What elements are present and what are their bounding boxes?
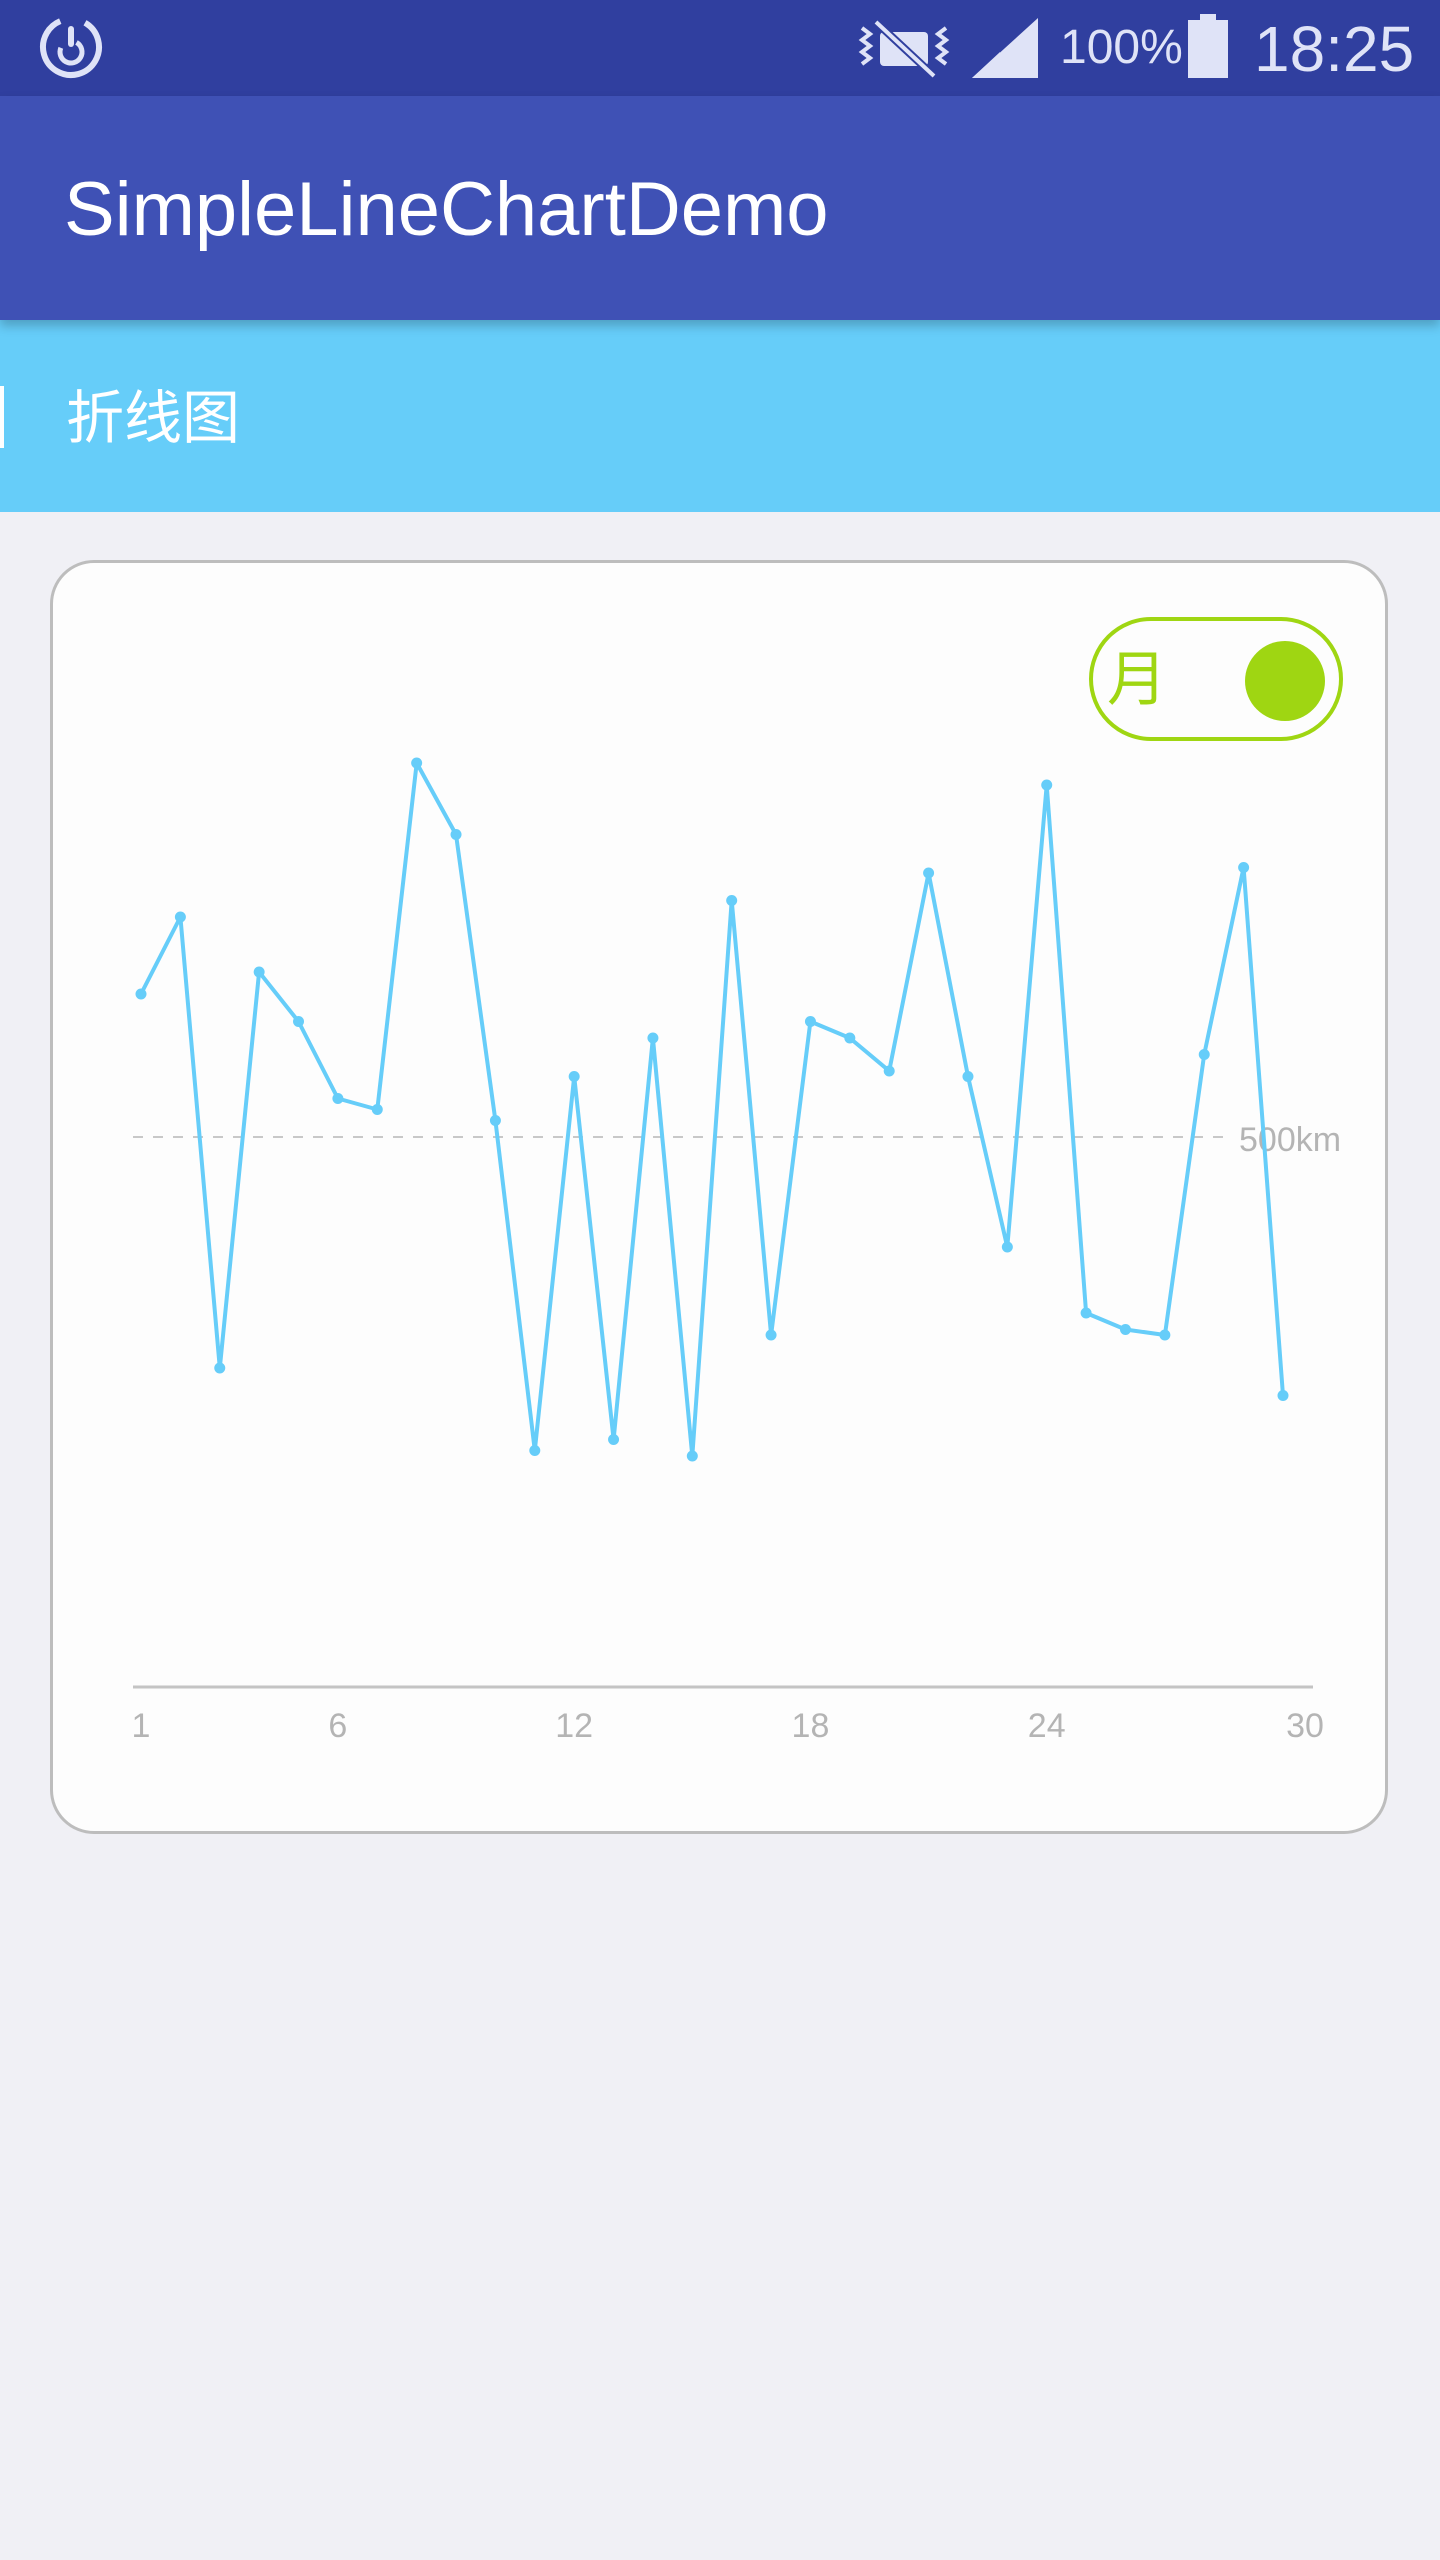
data-point	[450, 829, 462, 840]
section-header: 折线图	[0, 320, 1440, 512]
x-tick-label: 24	[1028, 1707, 1066, 1745]
data-point	[214, 1362, 226, 1374]
data-point	[1238, 862, 1250, 873]
data-point	[608, 1434, 620, 1445]
mute-icon	[858, 19, 950, 79]
sync-icon	[40, 15, 102, 78]
status-clock: 18:25	[1254, 13, 1415, 85]
data-point	[1119, 1324, 1131, 1335]
data-point	[962, 1071, 974, 1082]
data-point	[253, 966, 265, 978]
chart-card: 月 1 6 12 18 24 30 500km	[50, 560, 1388, 1834]
data-point	[1198, 1049, 1210, 1060]
data-point	[174, 911, 186, 923]
data-point	[1277, 1390, 1289, 1401]
data-point	[923, 867, 935, 879]
signal-icon	[972, 18, 1038, 78]
data-point	[647, 1032, 659, 1044]
data-point	[568, 1071, 580, 1082]
line-chart: 1 6 12 18 24 30 500km	[132, 757, 1341, 1745]
data-point	[1041, 779, 1053, 791]
x-tick-label: 30	[1286, 1707, 1324, 1745]
x-tick-label: 12	[555, 1707, 593, 1745]
reference-label: 500km	[1239, 1121, 1341, 1159]
data-point	[489, 1115, 501, 1126]
section-indicator	[0, 386, 4, 448]
status-bar: 100% 18:25	[0, 0, 1440, 96]
app-title: SimpleLineChartDemo	[64, 167, 829, 252]
data-point	[804, 1016, 816, 1027]
data-point	[844, 1032, 856, 1044]
data-point	[1080, 1307, 1092, 1319]
data-point	[726, 895, 738, 906]
x-tick-label: 18	[792, 1707, 830, 1745]
data-point	[1001, 1241, 1013, 1253]
app-bar: SimpleLineChartDemo	[0, 96, 1440, 320]
data-point	[1159, 1329, 1171, 1341]
data-point	[371, 1104, 383, 1115]
data-point	[411, 757, 423, 769]
data-point	[293, 1016, 305, 1027]
data-point	[529, 1445, 541, 1456]
x-tick-label: 1	[132, 1707, 151, 1745]
data-point	[765, 1329, 777, 1341]
battery-percent: 100%	[1060, 21, 1183, 74]
data-point	[686, 1450, 698, 1462]
data-point	[332, 1093, 344, 1104]
battery-icon	[1188, 14, 1228, 78]
data-point	[135, 988, 147, 1000]
data-point	[883, 1065, 895, 1077]
x-tick-label: 6	[328, 1707, 347, 1745]
series-line	[139, 761, 1285, 1458]
section-title: 折线图	[66, 386, 241, 451]
